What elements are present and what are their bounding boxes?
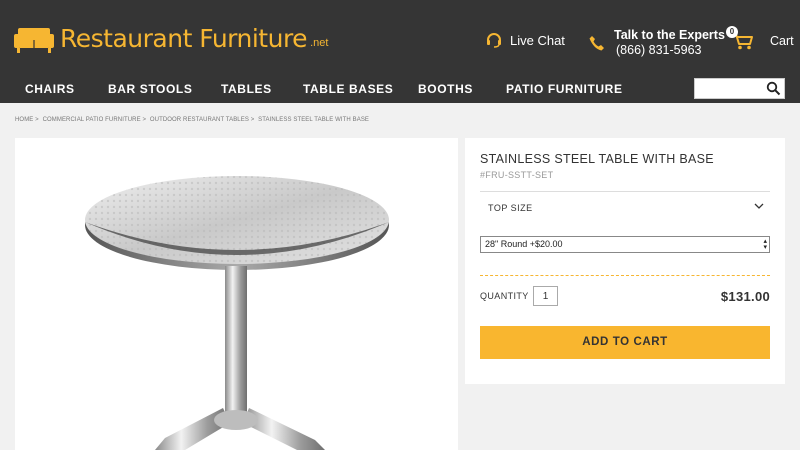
- chevron-down-icon: [754, 203, 764, 209]
- top-size-label: TOP SIZE: [488, 203, 533, 213]
- site-logo[interactable]: Restaurant Furniture .net: [14, 24, 328, 54]
- top-size-select[interactable]: 28" Round +$20.00 ▴ ▾: [480, 236, 770, 253]
- nav-item-patio-furniture[interactable]: PATIO FURNITURE: [506, 82, 623, 96]
- sofa-logo-icon: [14, 28, 54, 53]
- experts-title: Talk to the Experts: [614, 28, 725, 42]
- logo-suffix: .net: [310, 37, 329, 49]
- search-icon[interactable]: [766, 81, 781, 96]
- top-size-selected-value: 28" Round +$20.00: [485, 239, 563, 249]
- experts-phone[interactable]: (866) 831-5963: [616, 43, 725, 58]
- product-image-panel: [15, 138, 458, 450]
- nav-item-bar-stools[interactable]: BAR STOOLS: [108, 82, 192, 96]
- product-price: $131.00: [720, 289, 770, 304]
- dashed-divider: [480, 275, 770, 276]
- breadcrumb-current: STAINLESS STEEL TABLE WITH BASE: [258, 117, 370, 123]
- main-nav: CHAIRS BAR STOOLS TABLES TABLE BASES BOO…: [0, 75, 800, 103]
- nav-item-tables[interactable]: TABLES: [221, 82, 272, 96]
- cart-icon-wrap: 0: [726, 26, 754, 50]
- search-box: [694, 78, 785, 99]
- talk-to-experts[interactable]: Talk to the Experts (866) 831-5963: [588, 28, 725, 58]
- nav-item-table-bases[interactable]: TABLE BASES: [303, 82, 393, 96]
- quantity-input[interactable]: [533, 286, 558, 306]
- headset-icon: [487, 33, 501, 48]
- product-image[interactable]: [15, 138, 458, 450]
- phone-icon: [589, 36, 604, 51]
- logo-text: Restaurant Furniture: [60, 24, 308, 53]
- nav-item-booths[interactable]: BOOTHS: [418, 82, 473, 96]
- cart-label: Cart: [770, 34, 794, 48]
- select-arrows-icon: ▴ ▾: [763, 238, 767, 251]
- product-sku: #FRU-SSTT-SET: [480, 170, 554, 180]
- cart-count-badge: 0: [726, 26, 738, 38]
- breadcrumb: HOME > COMMERCIAL PATIO FURNITURE > OUTD…: [15, 117, 371, 123]
- breadcrumb-patio-furniture[interactable]: COMMERCIAL PATIO FURNITURE >: [43, 117, 147, 123]
- quantity-label: QUANTITY: [480, 291, 529, 301]
- product-details-panel: STAINLESS STEEL TABLE WITH BASE #FRU-SST…: [465, 138, 785, 384]
- live-chat-link[interactable]: Live Chat: [486, 32, 565, 48]
- site-header: Restaurant Furniture .net Live Chat Talk…: [0, 0, 800, 103]
- cart-link[interactable]: 0 Cart: [726, 26, 794, 50]
- search-input[interactable]: [695, 79, 765, 98]
- top-size-toggle[interactable]: TOP SIZE: [480, 193, 770, 223]
- product-title: STAINLESS STEEL TABLE WITH BASE: [480, 152, 714, 166]
- nav-item-chairs[interactable]: CHAIRS: [25, 82, 75, 96]
- live-chat-label: Live Chat: [510, 32, 565, 48]
- divider: [480, 191, 770, 192]
- add-to-cart-button[interactable]: ADD TO CART: [480, 326, 770, 359]
- breadcrumb-outdoor-tables[interactable]: OUTDOOR RESTAURANT TABLES >: [150, 117, 254, 123]
- breadcrumb-home[interactable]: HOME >: [15, 117, 39, 123]
